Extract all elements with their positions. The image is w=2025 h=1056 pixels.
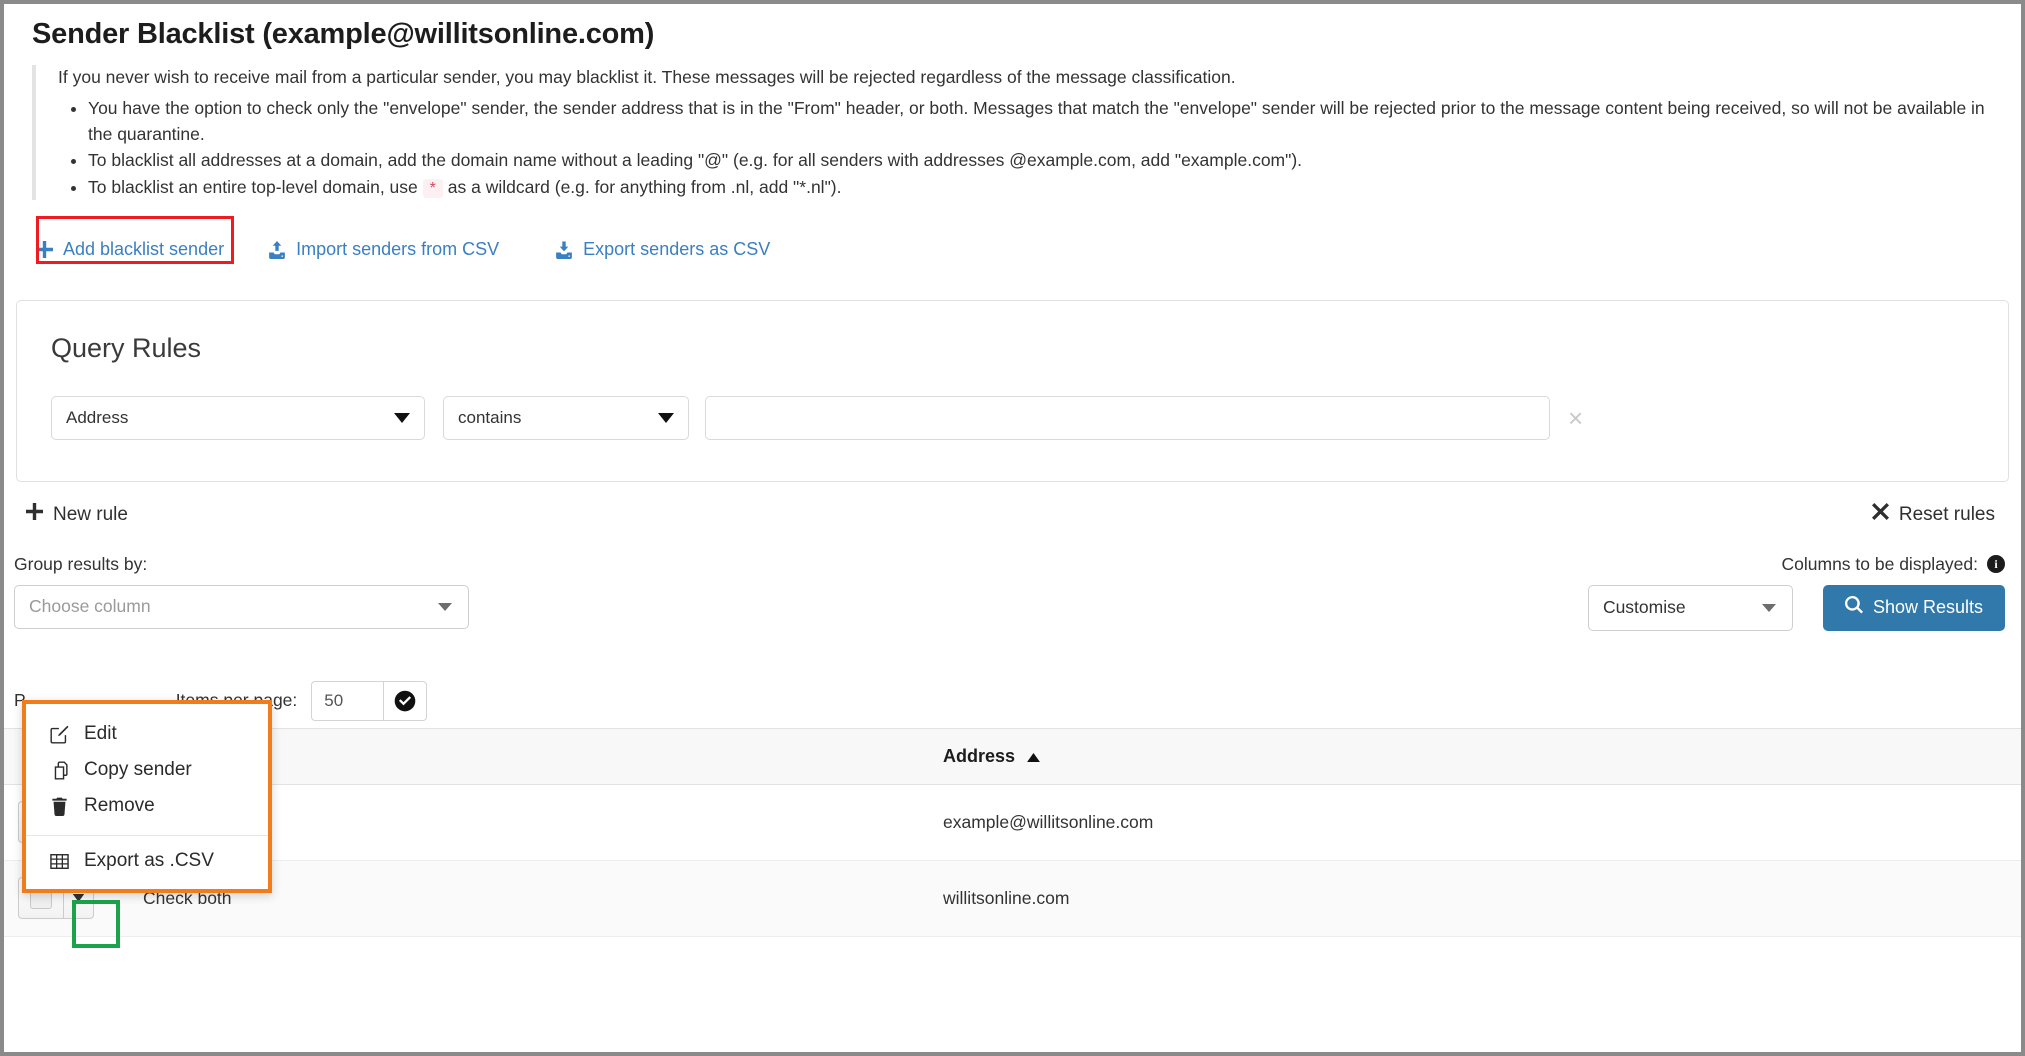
sort-asc-icon [1027,746,1040,767]
table-row[interactable]: Check both willitsonline.com [4,860,2021,937]
group-column-select[interactable]: Choose column [14,584,469,629]
info-bullet-list: You have the option to check only the "e… [58,96,1987,200]
context-menu-item-copy-sender[interactable]: Copy sender [26,752,268,788]
row-context-menu: Edit Copy sender Remove Export as .CSV [22,700,272,893]
pagination-bar: P Items per page: [4,674,2021,728]
table-icon [48,852,70,871]
context-menu-item-remove-label: Remove [84,795,155,816]
group-results-section: Group results by: Choose column [14,554,469,629]
context-menu-item-remove[interactable]: Remove [26,788,268,824]
table-body: Check both example@willitsonline.com Che… [4,784,2021,937]
query-rules-card: Query Rules Address contains × [16,299,2009,482]
group-results-label: Group results by: [14,553,148,574]
info-icon[interactable]: i [1987,555,2005,574]
column-header-address-label: Address [943,745,1016,766]
row-context-menu-panel: Edit Copy sender Remove Export as .CSV [22,700,272,893]
new-rule-label: New rule [53,503,128,525]
group-column-placeholder: Choose column [29,596,151,617]
import-senders-label: Import senders from CSV [296,239,500,260]
chevron-down-icon [72,894,85,903]
blacklist-table: Address Check both exa [4,727,2021,937]
row-address: example@willitsonline.com [929,784,2021,861]
info-bullet-3-post: as a wildcard (e.g. for anything from .n… [447,176,842,197]
items-per-page-confirm-button[interactable] [383,680,428,721]
app-window: Sender Blacklist (example@willitsonline.… [0,0,2025,1056]
plus-icon [26,503,43,526]
remove-rule-icon[interactable]: × [1568,405,1583,431]
export-senders-label: Export senders as CSV [583,239,771,260]
trash-icon [48,797,70,816]
customise-columns-value: Customise [1602,597,1686,618]
query-rule-row: Address contains × [37,395,1988,440]
copy-icon [48,760,70,780]
context-menu-item-export-csv[interactable]: Export as .CSV [26,843,268,879]
columns-section: Columns to be displayed: i Customise Sho… [1587,553,2005,631]
table-header-row: Address [4,727,2021,785]
items-per-page-group [311,680,428,721]
info-bullet-3: To blacklist an entire top-level domain,… [88,175,1987,200]
rule-field-select[interactable]: Address [51,395,425,440]
info-bullet-2: To blacklist all addresses at a domain, … [88,148,1987,173]
rule-operator-value: contains [458,407,522,427]
context-menu-item-edit-label: Edit [84,723,117,744]
info-bullet-3-pre: To blacklist an entire top-level domain,… [88,176,418,197]
rule-actions-bar: New rule Reset rules [26,498,1995,532]
table-head: Address [4,727,2021,785]
show-results-button[interactable]: Show Results [1822,584,2005,631]
page-content: Sender Blacklist (example@willitsonline.… [4,4,2021,1052]
customise-columns-select[interactable]: Customise [1587,584,1793,631]
columns-label-row: Columns to be displayed: i [1781,553,2005,575]
chevron-down-icon [658,412,674,423]
info-block: If you never wish to receive mail from a… [32,65,1987,200]
rule-field-value: Address [66,407,129,427]
wildcard-token: * [422,178,443,198]
rule-operator-select[interactable]: contains [443,395,689,440]
download-icon [555,241,573,259]
query-rules-title: Query Rules [51,332,202,363]
import-senders-button[interactable]: Import senders from CSV [268,239,499,260]
columns-label: Columns to be displayed: [1781,553,1979,574]
export-senders-button[interactable]: Export senders as CSV [555,239,770,260]
info-bullet-1: You have the option to check only the "e… [88,96,1987,147]
action-toolbar: Add blacklist sender Import senders from… [26,215,2021,274]
context-menu-item-edit[interactable]: Edit [26,716,268,752]
page-title: Sender Blacklist (example@willitsonline.… [32,18,655,50]
row-address: willitsonline.com [929,860,2021,937]
upload-icon [268,240,286,259]
items-per-page-input[interactable] [311,680,384,721]
plus-icon [36,241,53,259]
reset-rules-label: Reset rules [1898,503,1995,525]
rule-value-input[interactable] [705,395,1550,440]
add-blacklist-sender-button[interactable]: Add blacklist sender [36,239,224,260]
close-icon [1871,503,1889,526]
search-icon [1844,596,1863,619]
edit-icon [48,725,70,744]
table-row[interactable]: Check both example@willitsonline.com [4,784,2021,861]
add-blacklist-sender-label: Add blacklist sender [63,239,225,260]
context-menu-item-export-label: Export as .CSV [84,850,214,871]
context-menu-divider [26,835,268,836]
info-lead: If you never wish to receive mail from a… [58,67,1236,87]
columns-controls: Customise Show Results [1587,584,2005,631]
chevron-down-icon [438,602,452,611]
new-rule-button[interactable]: New rule [26,503,128,526]
results-options-bar: Group results by: Choose column Columns … [4,554,2021,666]
show-results-label: Show Results [1872,597,1983,618]
column-header-address[interactable]: Address [929,727,2021,785]
chevron-down-icon [394,412,410,423]
reset-rules-button[interactable]: Reset rules [1871,503,1995,526]
context-menu-item-copy-label: Copy sender [84,759,192,780]
chevron-down-icon [1761,603,1776,612]
